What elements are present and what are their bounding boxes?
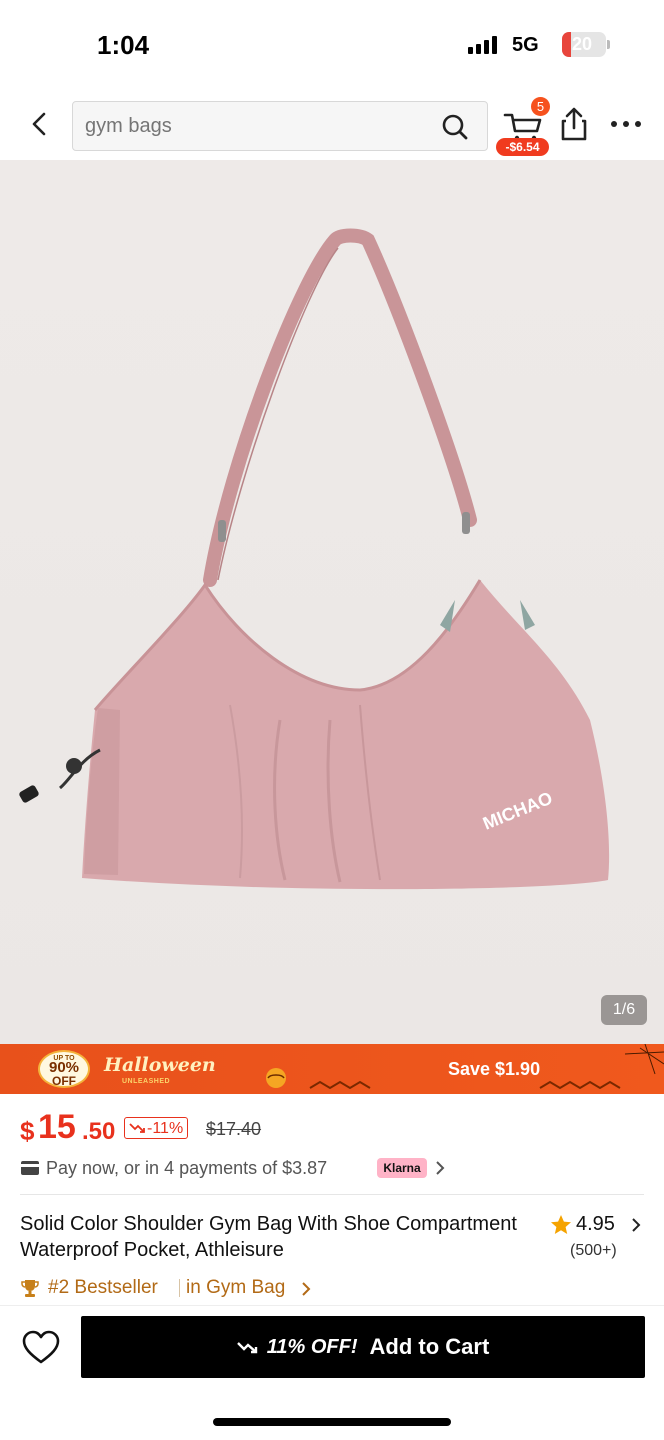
home-indicator: [213, 1418, 451, 1426]
promo-save-text: Save $1.90: [448, 1059, 541, 1079]
klarna-badge: Klarna: [377, 1158, 427, 1178]
network-label: 5G: [512, 34, 539, 56]
search-icon[interactable]: [441, 113, 469, 141]
cart-count-badge: 5: [531, 97, 550, 116]
discount-percent: -11%: [147, 1119, 184, 1137]
heart-icon: [22, 1330, 60, 1364]
signal-icon: [468, 36, 497, 54]
price-whole: 15: [38, 1108, 76, 1146]
star-icon: [551, 1215, 571, 1234]
battery-icon: 20: [562, 32, 606, 57]
battery-percent: 20: [571, 34, 593, 54]
halloween-promo-banner[interactable]: UP TO 90% OFF Halloween UNLEASHED Save $…: [0, 1044, 664, 1094]
installment-row[interactable]: Pay now, or in 4 payments of $3.87 Klarn…: [20, 1155, 640, 1183]
back-button[interactable]: [22, 106, 58, 142]
add-to-cart-discount: 11% OFF!: [266, 1335, 358, 1358]
status-bar: 1:04 5G 20: [0, 0, 664, 90]
original-price: $17.40: [206, 1119, 262, 1139]
trophy-icon: [21, 1280, 39, 1297]
product-title: Solid Color Shoulder Gym Bag With Shoe C…: [20, 1213, 517, 1261]
product-image: MICHAO: [19, 228, 610, 890]
installment-text: Pay now, or in 4 payments of $3.87: [46, 1158, 328, 1178]
rating-value: 4.95: [576, 1213, 615, 1235]
promo-title: Halloween: [104, 1054, 216, 1076]
bestseller-row[interactable]: #2 Bestseller in Gym Bag: [20, 1275, 640, 1301]
share-icon: [561, 107, 587, 141]
bestseller-rank: #2 Bestseller: [48, 1277, 158, 1298]
chevron-right-icon: [632, 1218, 641, 1232]
bottom-bar-divider: [0, 1305, 664, 1306]
divider: [20, 1194, 644, 1195]
wishlist-button[interactable]: [20, 1327, 62, 1369]
battery-nub: [607, 40, 610, 49]
top-nav: [0, 90, 664, 160]
search-input[interactable]: [85, 102, 425, 150]
price-currency: $: [20, 1116, 35, 1146]
more-button[interactable]: [608, 112, 644, 136]
chevron-right-icon: [302, 1282, 311, 1296]
rating-count: (500+): [570, 1242, 617, 1259]
cart-discount-badge: -$6.54: [496, 138, 549, 156]
add-to-cart-label: Add to Cart: [369, 1334, 490, 1359]
promo-badge-percent: 90%: [48, 1059, 80, 1076]
rating-summary[interactable]: 4.95: [550, 1212, 650, 1238]
chevron-right-icon: [436, 1161, 445, 1175]
bestseller-separator: [179, 1279, 180, 1297]
share-button[interactable]: [558, 106, 590, 142]
more-icon: [611, 121, 641, 127]
price-row: $ 15 .50 -11% $17.40: [20, 1108, 640, 1148]
promo-discount-badge: UP TO 90% OFF: [38, 1050, 90, 1088]
add-to-cart-button[interactable]: 11% OFF! Add to Cart: [81, 1316, 645, 1378]
card-icon: [21, 1161, 39, 1175]
back-icon: [32, 112, 46, 136]
trend-down-icon: [236, 1342, 257, 1354]
discount-tag: -11%: [124, 1117, 189, 1139]
trend-down-icon: [129, 1123, 145, 1133]
status-time: 1:04: [97, 30, 150, 60]
image-page-indicator: 1/6: [601, 995, 647, 1025]
product-gallery[interactable]: MICHAO 1/6: [0, 160, 664, 1044]
search-bar[interactable]: [72, 101, 488, 151]
bestseller-category: in Gym Bag: [186, 1277, 286, 1298]
price-cents: .50: [82, 1118, 116, 1145]
promo-subtitle: UNLEASHED: [122, 1078, 171, 1085]
promo-badge-off: OFF: [52, 1074, 76, 1088]
